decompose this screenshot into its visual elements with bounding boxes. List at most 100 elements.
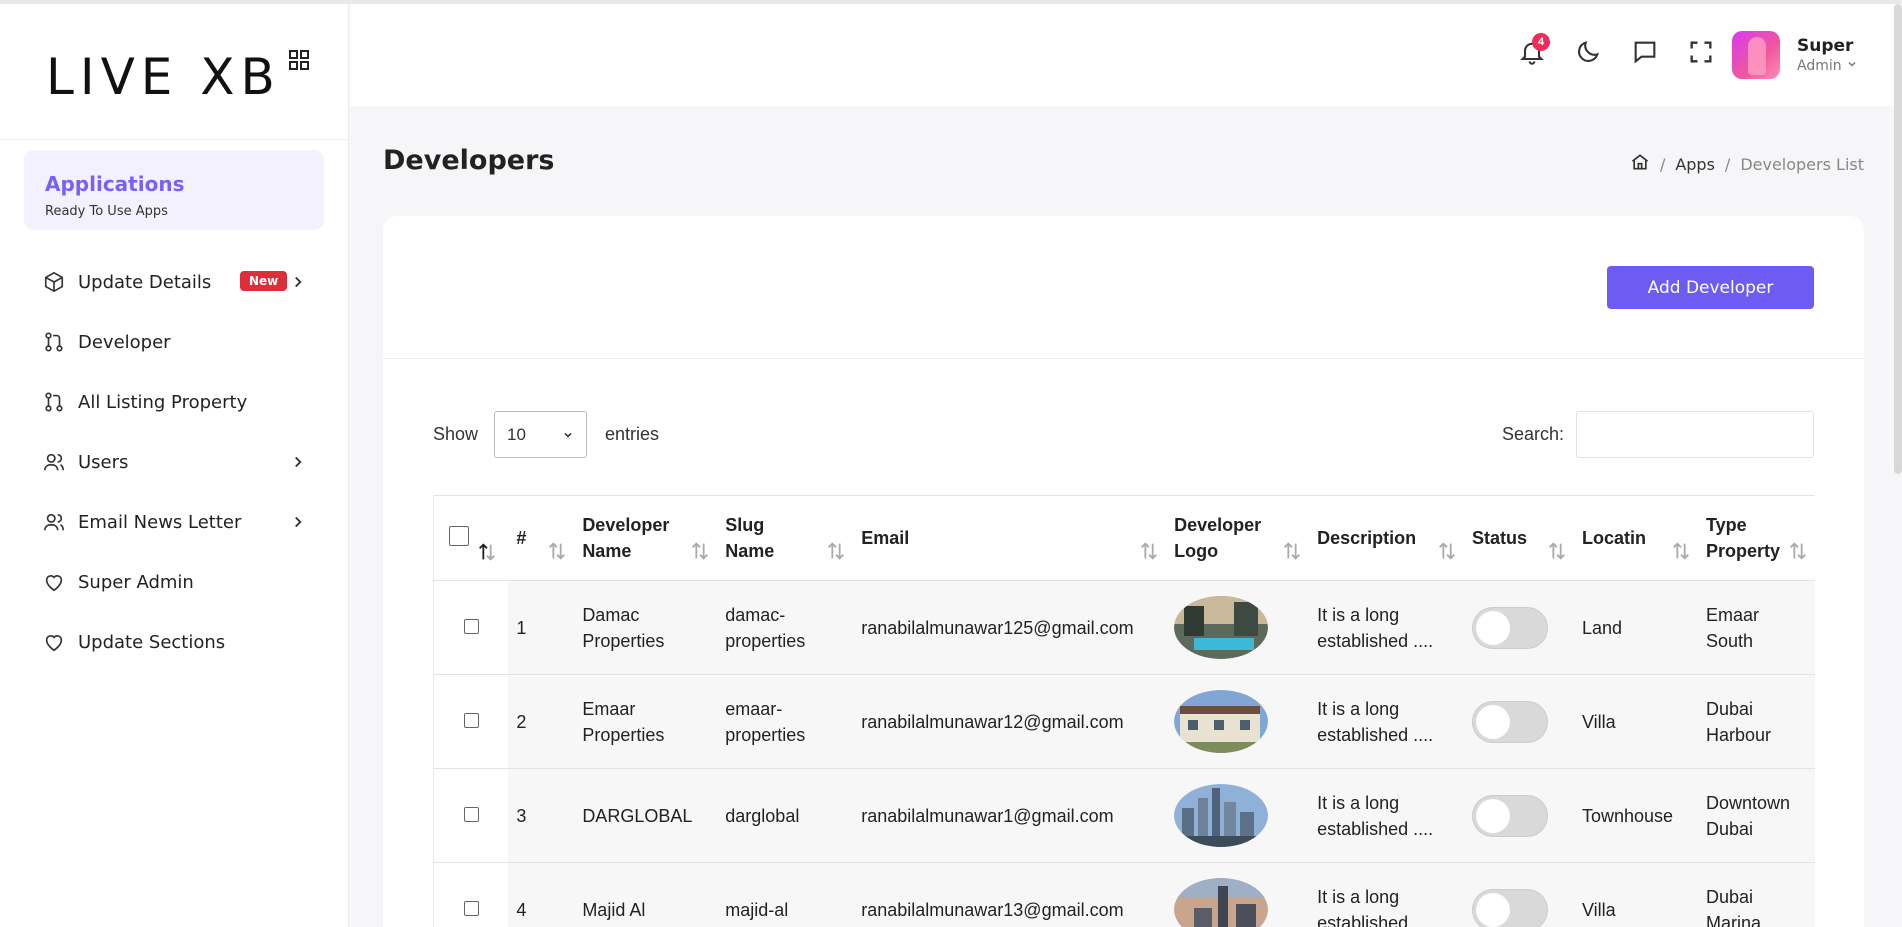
sidebar-item-developer[interactable]: Developer	[0, 312, 349, 372]
applications-title: Applications	[45, 172, 185, 196]
apps-grid-icon[interactable]	[287, 48, 311, 72]
status-toggle[interactable]	[1472, 606, 1549, 649]
type-property: Dubai Marina	[1705, 886, 1761, 927]
entries-select[interactable]: 10	[494, 411, 588, 458]
row-select-cell	[433, 674, 509, 769]
cell-description: It is a long established ....	[1309, 580, 1465, 675]
cell-location: Townhouse	[1574, 768, 1698, 863]
col-name-label: Developer Name	[582, 515, 670, 561]
sidebar-item-super-admin[interactable]: Super Admin	[0, 552, 349, 612]
sidebar-item-all-listing-property[interactable]: All Listing Property	[0, 372, 349, 432]
row-checkbox[interactable]	[463, 900, 479, 916]
col-developer-logo[interactable]: Developer Logo	[1166, 495, 1310, 581]
chevron-down-icon	[564, 432, 572, 438]
cell-num: 1	[508, 580, 575, 675]
status-toggle[interactable]	[1472, 794, 1549, 837]
status-toggle[interactable]	[1472, 700, 1549, 743]
col-description[interactable]: Description	[1309, 495, 1465, 581]
cell-status	[1464, 674, 1574, 769]
entries-label: entries	[605, 424, 660, 444]
sort-asc-icon[interactable]	[476, 541, 498, 563]
select-all-checkbox[interactable]	[449, 526, 469, 546]
git-pull-icon	[42, 390, 66, 414]
cell-location: Land	[1574, 580, 1698, 675]
cell-email: ranabilalmunawar12@gmail.com	[853, 674, 1167, 769]
sidebar-item-users[interactable]: Users	[0, 432, 349, 492]
status-toggle[interactable]	[1472, 888, 1549, 927]
sort-icon[interactable]	[1436, 540, 1458, 562]
col-description-label: Description	[1317, 528, 1417, 548]
col-num[interactable]: #	[508, 495, 575, 581]
col-slug-label: Slug Name	[725, 515, 775, 561]
sort-icon[interactable]	[1138, 540, 1160, 562]
home-icon[interactable]	[1630, 152, 1650, 176]
page-scrollbar[interactable]	[1894, 4, 1902, 474]
cell-slug: darglobal	[717, 768, 854, 863]
breadcrumb-separator: /	[1724, 154, 1731, 174]
col-slug-name[interactable]: Slug Name	[717, 495, 854, 581]
cell-email: ranabilalmunawar13@gmail.com	[853, 862, 1167, 927]
add-developer-button[interactable]: Add Developer	[1607, 266, 1814, 309]
applications-card[interactable]: Applications Ready To Use Apps	[24, 150, 324, 230]
entries-control: Show 10 entries	[433, 411, 659, 458]
sort-icon[interactable]	[1546, 540, 1568, 562]
sidebar-item-update-sections[interactable]: Update Sections	[0, 612, 349, 672]
select-all-header	[433, 495, 509, 581]
logo-area: LIVE XB	[0, 4, 348, 140]
col-developer-name[interactable]: Developer Name	[574, 495, 718, 581]
sort-icon[interactable]	[689, 540, 711, 562]
sidebar: LIVE XB Applications Ready To Use Apps U…	[0, 4, 349, 927]
card-header: Add Developer	[383, 216, 1864, 359]
col-status[interactable]: Status	[1464, 495, 1574, 581]
cell-developer-name: Emaar Properties	[574, 674, 718, 769]
fullscreen-icon[interactable]	[1687, 38, 1715, 66]
col-status-label: Status	[1472, 528, 1528, 548]
cell-num: 2	[508, 674, 575, 769]
slug-name: damac-properties	[725, 604, 806, 651]
table-row[interactable]: 1 Damac Properties damac-properties rana…	[433, 580, 1815, 675]
row-checkbox[interactable]	[463, 618, 479, 634]
heart-icon	[42, 630, 66, 654]
description-text: It is a long established ....	[1317, 886, 1434, 927]
search-input[interactable]	[1576, 411, 1814, 458]
slug-name: emaar-properties	[725, 698, 806, 745]
breadcrumb-apps[interactable]: Apps	[1675, 155, 1715, 174]
breadcrumb: / Apps / Developers List	[1630, 152, 1864, 176]
sort-icon[interactable]	[825, 540, 847, 562]
table-row[interactable]: 4 Majid Al majid-al ranabilalmunawar13@g…	[433, 862, 1815, 927]
developer-logo-image	[1174, 596, 1269, 659]
sidebar-item-label: Update Sections	[78, 631, 226, 653]
sidebar-item-update-details[interactable]: Update Details New	[0, 252, 349, 312]
user-name: Super	[1797, 36, 1854, 56]
col-email[interactable]: Email	[853, 495, 1167, 581]
row-checkbox[interactable]	[463, 806, 479, 822]
moon-icon[interactable]	[1574, 38, 1602, 66]
description-text: It is a long established ....	[1317, 604, 1434, 651]
cell-description: It is a long established ....	[1309, 862, 1465, 927]
row-checkbox[interactable]	[463, 712, 479, 728]
chevron-right-icon	[289, 513, 307, 531]
table-row[interactable]: 3 DARGLOBAL darglobal ranabilalmunawar1@…	[433, 768, 1815, 863]
col-location[interactable]: Locatin	[1574, 495, 1698, 581]
sort-icon[interactable]	[1281, 540, 1303, 562]
new-badge: New	[240, 271, 288, 291]
table-row[interactable]: 2 Emaar Properties emaar-properties rana…	[433, 674, 1815, 769]
search-label: Search:	[1501, 424, 1564, 444]
sort-icon[interactable]	[1787, 540, 1809, 562]
users-icon	[42, 510, 66, 534]
col-type-property[interactable]: Type Property	[1697, 495, 1815, 581]
type-property: Dubai Harbour	[1705, 698, 1771, 745]
avatar[interactable]	[1732, 31, 1780, 79]
cell-status	[1464, 768, 1574, 863]
cell-description: It is a long established ....	[1309, 768, 1465, 863]
chevron-down-icon	[1848, 61, 1856, 67]
chat-icon[interactable]	[1631, 38, 1659, 66]
users-icon	[42, 450, 66, 474]
sort-icon[interactable]	[1670, 540, 1692, 562]
brand-logo[interactable]: LIVE XB	[46, 48, 281, 106]
user-role-dropdown[interactable]: Admin	[1797, 58, 1858, 74]
cell-email: ranabilalmunawar1@gmail.com	[853, 768, 1167, 863]
sidebar-item-email-news-letter[interactable]: Email News Letter	[0, 492, 349, 552]
sort-icon[interactable]	[546, 540, 568, 562]
developer-name: Damac Properties	[582, 604, 665, 651]
